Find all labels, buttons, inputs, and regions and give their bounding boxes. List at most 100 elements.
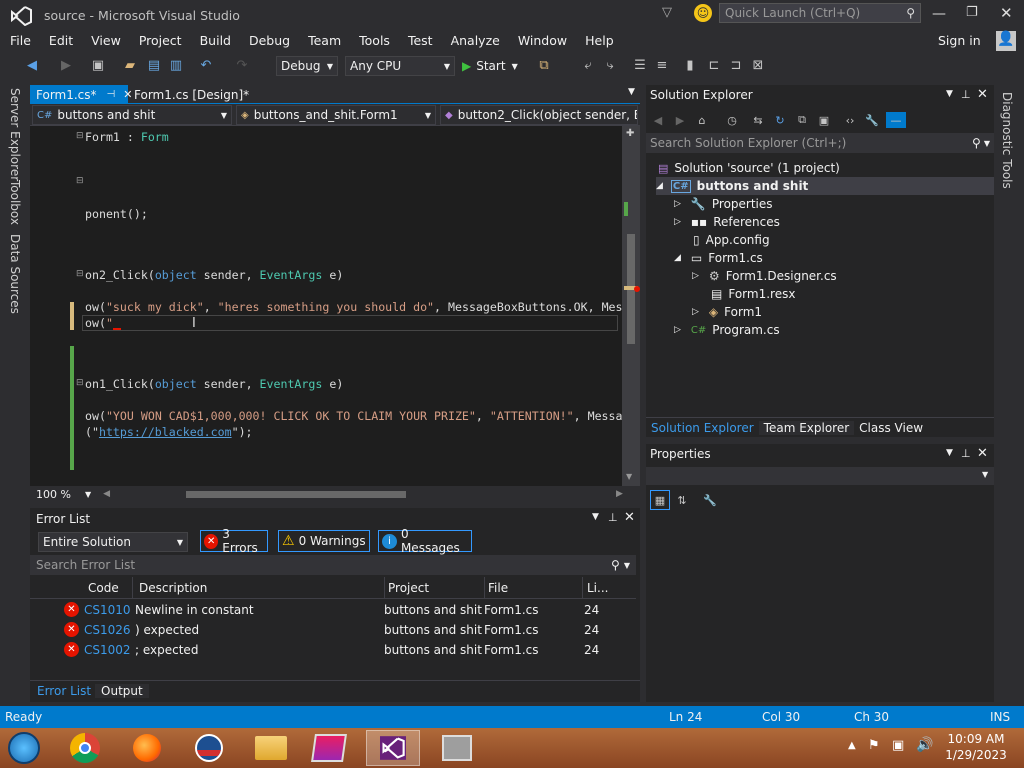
properties-icon[interactable]: 🔧 — [864, 112, 880, 128]
taskbar-visual-studio[interactable] — [366, 730, 420, 766]
menu-project[interactable]: Project — [130, 30, 191, 52]
next-bookmark-icon[interactable]: ⊐ — [726, 55, 746, 75]
col-line[interactable]: Li... — [587, 581, 608, 595]
start-button[interactable] — [2, 730, 46, 766]
collapse-icon[interactable]: ⊟ — [76, 269, 84, 279]
col-file[interactable]: File — [488, 581, 508, 595]
error-code-link[interactable]: CS1010 — [84, 603, 131, 617]
new-project-icon[interactable]: ▣ — [88, 55, 108, 75]
minimize-button[interactable]: — — [932, 6, 946, 22]
taskbar-media-app[interactable] — [302, 730, 356, 766]
member-dropdown[interactable]: ◆ button2_Click(object sender, E — [440, 105, 638, 125]
close-icon[interactable]: ✕ — [977, 87, 988, 102]
col-project[interactable]: Project — [388, 581, 429, 595]
taskbar-store[interactable] — [430, 730, 484, 766]
menu-analyze[interactable]: Analyze — [442, 30, 509, 52]
menu-tools[interactable]: Tools — [350, 30, 399, 52]
sync-icon[interactable]: ⇆ — [750, 112, 766, 128]
quick-launch-input[interactable]: Quick Launch (Ctrl+Q) — [720, 6, 906, 20]
taskbar-file-explorer[interactable] — [244, 730, 298, 766]
close-button[interactable]: ✕ — [1000, 4, 1013, 22]
error-code-link[interactable]: CS1026 — [84, 623, 131, 637]
warnings-filter-button[interactable]: ⚠ 0 Warnings — [278, 530, 370, 552]
panel-menu-icon[interactable]: ▼ — [592, 512, 599, 522]
table-row[interactable]: ✕ CS1010 Newline in constant buttons and… — [30, 600, 634, 620]
close-icon[interactable]: ✕ — [624, 510, 635, 525]
tab-overflow-icon[interactable]: ▼ — [628, 87, 635, 97]
solution-configuration-select[interactable]: Debug ▼ — [276, 56, 338, 76]
pending-changes-filter-icon[interactable]: ◷ — [724, 112, 740, 128]
solution-search-box[interactable]: Search Solution Explorer (Ctrl+;) ⚲ ▼ — [646, 133, 994, 153]
filter-icon[interactable]: ▽ — [662, 5, 672, 20]
view-code-icon[interactable]: ‹› — [842, 112, 858, 128]
error-scope-select[interactable]: Entire Solution ▼ — [38, 532, 188, 552]
menu-debug[interactable]: Debug — [240, 30, 299, 52]
menu-window[interactable]: Window — [509, 30, 576, 52]
pin-icon[interactable]: ⊥ — [961, 88, 971, 101]
error-search-box[interactable]: Search Error List ⚲ ▼ — [30, 555, 636, 575]
error-code-link[interactable]: CS1002 — [84, 643, 131, 657]
step-icon[interactable]: ⤶ — [578, 55, 598, 75]
class-dropdown[interactable]: ◈ buttons_and_shit.Form1 ▼ — [236, 105, 436, 125]
save-icon[interactable]: ▤ — [144, 55, 164, 75]
properties-object-select[interactable]: ▼ — [646, 467, 994, 485]
open-file-icon[interactable]: ▰ — [120, 55, 140, 75]
tree-item-app-config[interactable]: ▯ App.config — [693, 231, 770, 249]
system-clock[interactable]: 10:09 AM 1/29/2023 — [940, 731, 1012, 763]
vertical-scrollbar[interactable]: ✚ ▼ — [622, 126, 640, 486]
menu-view[interactable]: View — [82, 30, 130, 52]
tab-solution-explorer[interactable]: Solution Explorer — [646, 421, 759, 435]
panel-menu-icon[interactable]: ▼ — [946, 448, 953, 458]
pin-icon[interactable]: ⊣ — [107, 89, 116, 100]
taskbar-chrome[interactable] — [58, 730, 112, 766]
start-debugging-button[interactable]: ▶ Start ▼ — [462, 56, 518, 76]
volume-icon[interactable]: 🔊 — [916, 737, 933, 753]
solution-search-input[interactable]: Search Solution Explorer (Ctrl+;) — [646, 136, 972, 150]
split-icon[interactable]: ✚ — [626, 128, 634, 139]
table-row[interactable]: ✕ CS1026 ) expected buttons and shit For… — [30, 620, 634, 640]
col-description[interactable]: Description — [139, 581, 207, 595]
pin-icon[interactable]: ⊥ — [608, 511, 618, 524]
menu-edit[interactable]: Edit — [40, 30, 82, 52]
chevron-down-icon[interactable]: ▼ — [85, 490, 91, 499]
collapse-icon[interactable]: ⊟ — [76, 378, 84, 388]
toolbox-tab[interactable]: Toolbox — [8, 176, 22, 229]
show-hidden-icons[interactable]: ▲ — [848, 740, 856, 751]
tree-item-solution[interactable]: ▤ Solution 'source' (1 project) — [658, 159, 840, 177]
prev-bookmark-icon[interactable]: ⊏ — [704, 55, 724, 75]
preview-selected-icon[interactable]: — — [886, 112, 906, 128]
messages-filter-button[interactable]: i 0 Messages — [378, 527, 472, 555]
step-over-icon[interactable]: ⤷ — [600, 55, 620, 75]
show-all-files-icon[interactable]: ▣ — [816, 112, 832, 128]
tree-item-form1-class[interactable]: ▷ ◈ Form1 — [692, 303, 762, 321]
feedback-smiley-icon[interactable]: ☺ — [694, 4, 712, 22]
quick-launch-box[interactable]: Quick Launch (Ctrl+Q) ⚲ — [719, 3, 921, 23]
uncomment-lines-icon[interactable]: ≡ — [652, 55, 672, 75]
browser-link-icon[interactable]: ⧉ — [534, 55, 554, 75]
data-sources-tab[interactable]: Data Sources — [8, 230, 22, 318]
chevron-down-icon[interactable]: ▼ — [984, 139, 994, 148]
scroll-right-icon[interactable]: ▶ — [616, 489, 623, 499]
account-avatar-icon[interactable]: 👤 — [996, 31, 1016, 51]
refresh-icon[interactable]: ↻ — [772, 112, 788, 128]
horizontal-scrollbar-thumb[interactable] — [186, 490, 407, 498]
taskbar-app[interactable] — [182, 730, 236, 766]
project-dropdown[interactable]: C# buttons and shit ▼ — [32, 105, 232, 125]
tab-form1-design[interactable]: Form1.cs [Design]* — [128, 85, 255, 104]
tree-item-form1-resx[interactable]: ▤ Form1.resx — [711, 285, 795, 303]
undo-icon[interactable]: ↶ — [196, 55, 216, 75]
categorized-icon[interactable]: ▦ — [650, 490, 670, 510]
tab-output[interactable]: Output — [95, 683, 149, 698]
action-center-flag-icon[interactable]: ⚑ — [868, 738, 880, 753]
restore-button[interactable]: ❐ — [966, 5, 978, 20]
bookmark-icon[interactable]: ▮ — [680, 55, 700, 75]
chevron-down-icon[interactable]: ▼ — [624, 561, 636, 570]
comment-lines-icon[interactable]: ☰ — [630, 55, 650, 75]
scroll-left-icon[interactable]: ◀ — [103, 489, 110, 499]
alphabetical-icon[interactable]: ⇅ — [674, 492, 690, 508]
menu-build[interactable]: Build — [191, 30, 240, 52]
menu-team[interactable]: Team — [299, 30, 350, 52]
tab-team-explorer[interactable]: Team Explorer — [758, 420, 855, 435]
taskbar-firefox[interactable] — [120, 730, 174, 766]
forward-icon[interactable]: ▶ — [672, 112, 688, 128]
